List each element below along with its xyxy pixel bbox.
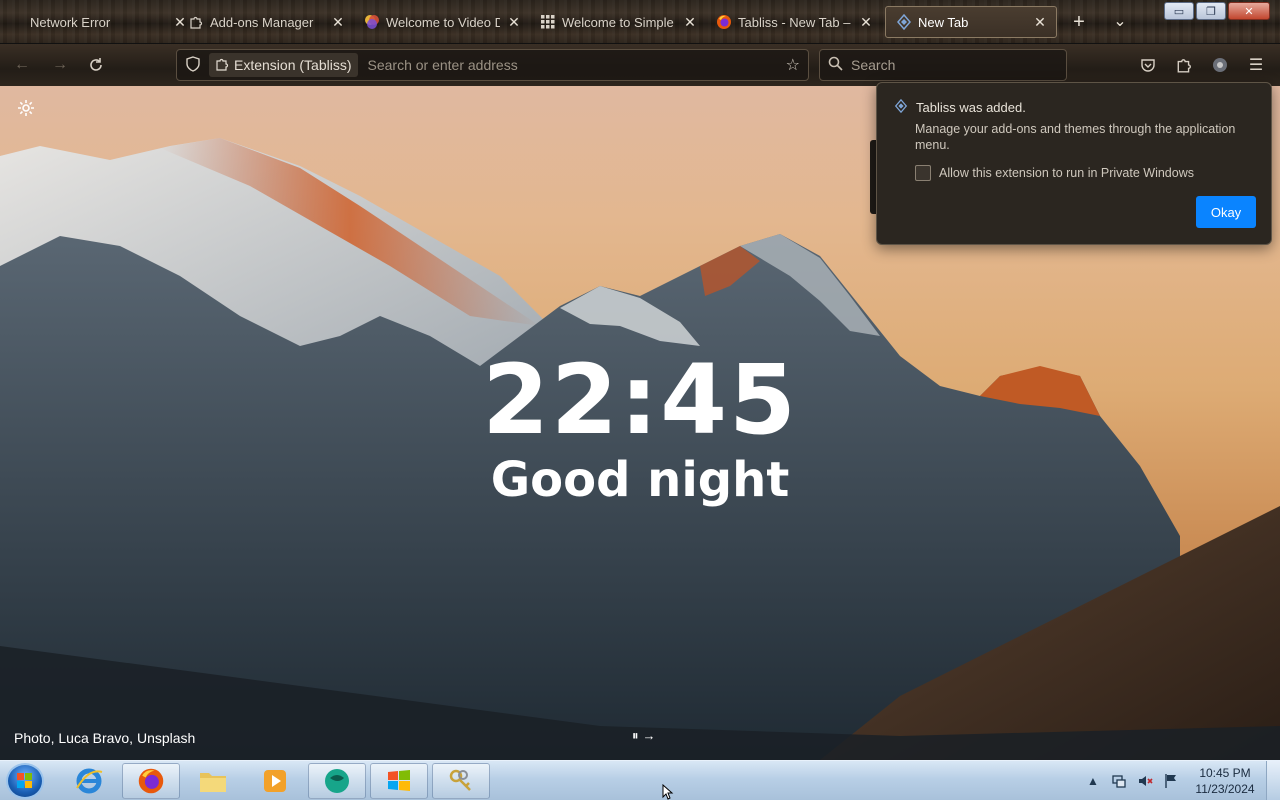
okay-button[interactable]: Okay: [1196, 196, 1256, 228]
tab-strip: Network Error ✕ Add-ons Manager ✕ Welcom…: [0, 0, 1280, 44]
tab-new-tab[interactable]: New Tab ✕: [885, 6, 1057, 38]
time-widget: 22:45: [482, 344, 798, 456]
reload-icon[interactable]: [86, 55, 106, 75]
show-hidden-icons-icon[interactable]: ▲: [1084, 772, 1102, 790]
tab-network-error[interactable]: Network Error ✕: [20, 6, 196, 38]
popup-message: Manage your add-ons and themes through t…: [915, 122, 1236, 152]
close-icon[interactable]: ✕: [506, 14, 522, 31]
popup-header: Tabliss was added.: [894, 98, 1026, 116]
grid-icon: [540, 14, 556, 30]
windows-taskbar: ▲ 10:45 PM 11/23/2024: [0, 760, 1280, 800]
puzzle-icon: [188, 14, 204, 30]
search-input[interactable]: Search: [851, 57, 895, 73]
firefox-icon: [716, 14, 732, 30]
minimize-button[interactable]: ▭: [1164, 2, 1194, 20]
pause-icon[interactable]: ⏸: [632, 728, 639, 744]
search-bar[interactable]: Search: [819, 49, 1067, 81]
close-icon[interactable]: ✕: [1032, 14, 1048, 31]
mouse-cursor-icon: [662, 784, 674, 800]
pocket-icon[interactable]: [1138, 55, 1158, 75]
tab-label: Welcome to Video Do: [386, 14, 500, 30]
back-icon[interactable]: ←: [12, 55, 32, 75]
greeting-widget: Good night: [490, 452, 790, 508]
restore-button[interactable]: ❐: [1196, 2, 1226, 20]
window-controls: ▭ ❐ ✕: [1164, 2, 1270, 20]
tabliss-icon: [894, 98, 908, 116]
system-tray: ▲ 10:45 PM 11/23/2024: [1080, 761, 1280, 800]
volume-muted-icon[interactable]: [1136, 772, 1154, 790]
tab-addons-manager[interactable]: Add-ons Manager ✕: [178, 6, 354, 38]
new-tab-button[interactable]: +: [1065, 10, 1093, 34]
hamburger-menu-icon[interactable]: ☰: [1246, 55, 1266, 75]
tab-label: Tabliss - New Tab – Ge: [738, 14, 852, 30]
tab-label: Network Error: [30, 14, 111, 30]
bookmark-star-icon[interactable]: ☆: [786, 55, 800, 75]
puzzle-icon: [215, 57, 229, 74]
close-icon[interactable]: ✕: [330, 14, 346, 31]
tracking-protection-shield-icon[interactable]: [185, 55, 201, 75]
tab-label: New Tab: [918, 14, 969, 30]
private-windows-option[interactable]: Allow this extension to run in Private W…: [915, 165, 1194, 181]
list-all-tabs-button[interactable]: ⌄: [1106, 10, 1134, 34]
windows-logo-icon: [17, 773, 32, 788]
media-player-icon[interactable]: [246, 763, 304, 799]
firefox-icon[interactable]: [122, 763, 180, 799]
tabliss-icon: [896, 14, 912, 30]
tab-tabliss-addon-page[interactable]: Tabliss - New Tab – Ge ✕: [706, 6, 882, 38]
taskbar-time: 10:45 PM: [1199, 766, 1251, 780]
photo-credit[interactable]: Photo, Luca Bravo, Unsplash: [14, 730, 195, 746]
start-button[interactable]: [6, 763, 44, 799]
extension-badge-icon[interactable]: [1210, 55, 1230, 75]
tab-video-downloader[interactable]: Welcome to Video Do ✕: [354, 6, 530, 38]
taskbar-clock[interactable]: 10:45 PM 11/23/2024: [1184, 765, 1266, 797]
next-background-arrow-icon[interactable]: →: [643, 728, 656, 744]
search-icon: [828, 56, 843, 74]
action-center-flag-icon[interactable]: [1162, 772, 1180, 790]
navigation-toolbar: ← → Extension (Tabliss) Search or enter …: [0, 44, 1280, 86]
internet-explorer-icon[interactable]: [60, 763, 118, 799]
keys-icon[interactable]: [432, 763, 490, 799]
tab-label: Add-ons Manager: [210, 14, 314, 30]
close-icon[interactable]: ✕: [858, 14, 874, 31]
network-icon[interactable]: [1110, 772, 1128, 790]
addon-installed-doorhanger: Tabliss was added. Manage your add-ons a…: [876, 82, 1272, 245]
tab-label: Welcome to Simple Ta: [562, 14, 676, 30]
forward-icon[interactable]: →: [50, 55, 70, 75]
address-bar[interactable]: Extension (Tabliss) Search or enter addr…: [176, 49, 809, 81]
close-window-button[interactable]: ✕: [1228, 2, 1270, 20]
windows-flag-icon[interactable]: [370, 763, 428, 799]
popup-title: Tabliss was added.: [916, 100, 1026, 115]
video-downloader-icon: [364, 14, 380, 30]
taskbar-date: 11/23/2024: [1195, 782, 1255, 796]
extension-identity-chip[interactable]: Extension (Tabliss): [209, 53, 358, 77]
background-controls: ⏸ →: [632, 728, 656, 744]
settings-gear-icon[interactable]: [16, 98, 36, 118]
close-icon[interactable]: ✕: [682, 14, 698, 31]
show-desktop-button[interactable]: [1266, 761, 1280, 800]
app-globe-icon[interactable]: [308, 763, 366, 799]
checkbox-label: Allow this extension to run in Private W…: [939, 166, 1194, 180]
extensions-puzzle-icon[interactable]: [1174, 55, 1194, 75]
address-input[interactable]: Search or enter address: [368, 57, 786, 73]
allow-private-windows-checkbox[interactable]: [915, 165, 931, 181]
extension-chip-label: Extension (Tabliss): [234, 57, 352, 73]
file-explorer-icon[interactable]: [184, 763, 242, 799]
tab-simple-tab-groups[interactable]: Welcome to Simple Ta ✕: [530, 6, 706, 38]
